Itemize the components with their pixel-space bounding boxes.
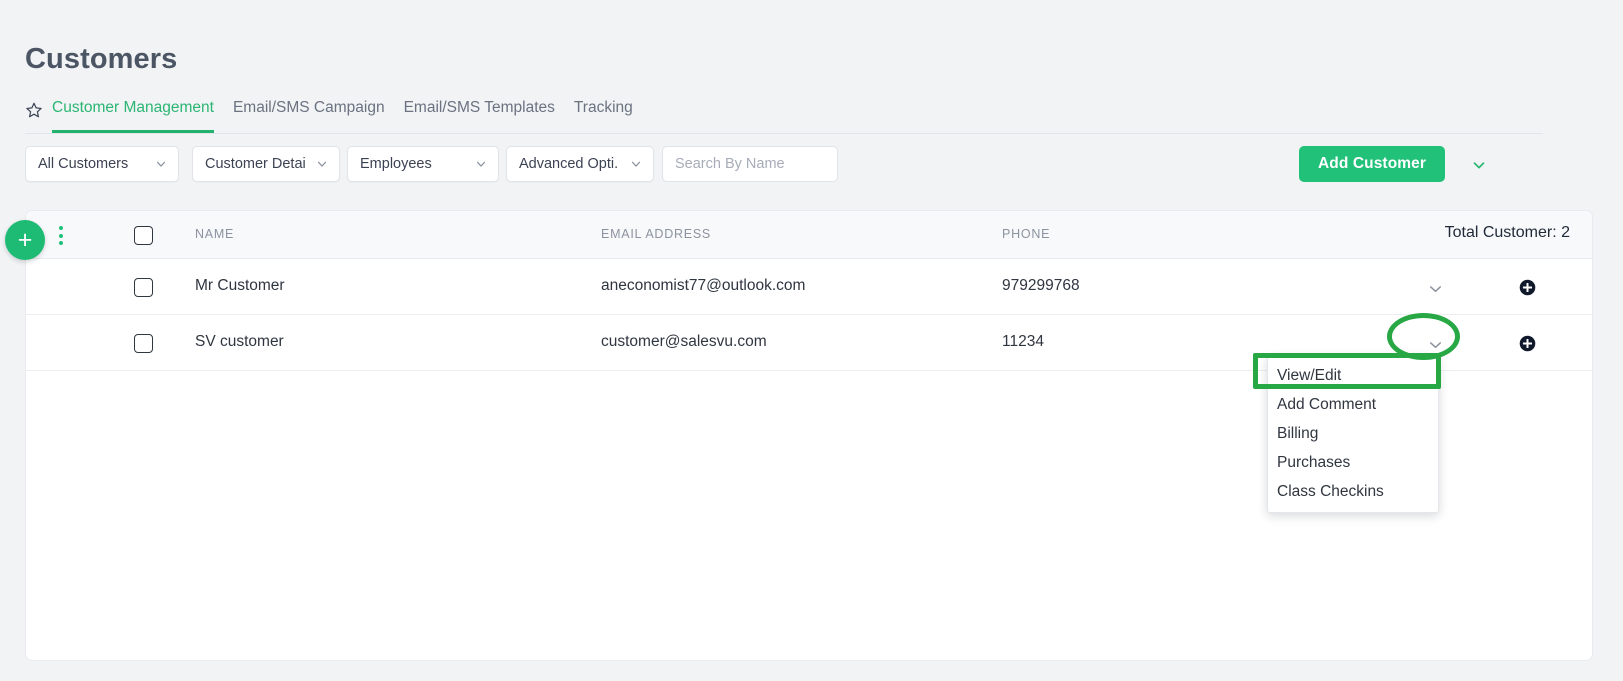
tab-email-sms-campaign[interactable]: Email/SMS Campaign bbox=[233, 98, 385, 133]
total-customer-count: Total Customer: 2 bbox=[1444, 224, 1570, 241]
menu-item-class-checkins[interactable]: Class Checkins bbox=[1268, 477, 1438, 506]
cell-name: SV customer bbox=[195, 333, 284, 350]
star-icon[interactable] bbox=[25, 101, 43, 119]
cell-email: aneconomist77@outlook.com bbox=[601, 277, 806, 294]
filter-advanced-options[interactable]: Advanced Opti... bbox=[506, 146, 654, 182]
table-header: NAME EMAIL ADDRESS PHONE Total Customer:… bbox=[26, 211, 1592, 259]
tab-bar: Customer Management Email/SMS Campaign E… bbox=[25, 98, 1543, 134]
add-customer-button[interactable]: Add Customer bbox=[1299, 146, 1445, 182]
tab-tracking[interactable]: Tracking bbox=[574, 98, 633, 133]
cell-phone: 11234 bbox=[1002, 333, 1044, 350]
search-input[interactable] bbox=[662, 146, 838, 182]
row-add-plus-circle-icon[interactable] bbox=[1519, 279, 1536, 296]
add-floating-action-button[interactable]: + bbox=[5, 220, 45, 260]
menu-item-billing[interactable]: Billing bbox=[1268, 419, 1438, 448]
column-header-name: NAME bbox=[195, 227, 235, 241]
cell-name: Mr Customer bbox=[195, 277, 285, 294]
add-customer-chevron-down-icon[interactable] bbox=[1470, 156, 1488, 174]
filter-advanced-options-label: Advanced Opti... bbox=[519, 156, 619, 172]
filter-employees-label: Employees bbox=[360, 156, 432, 172]
filter-employees[interactable]: Employees bbox=[347, 146, 499, 182]
customers-page: Customers Customer Management Email/SMS … bbox=[0, 0, 1623, 681]
chevron-down-icon bbox=[154, 157, 168, 171]
menu-item-add-comment[interactable]: Add Comment bbox=[1268, 390, 1438, 419]
filter-all-customers[interactable]: All Customers bbox=[25, 146, 179, 182]
cell-phone: 979299768 bbox=[1002, 277, 1080, 294]
menu-item-view-edit[interactable]: View/Edit bbox=[1268, 361, 1438, 390]
row-actions-chevron-down-icon[interactable] bbox=[1426, 335, 1445, 354]
filter-customer-detail[interactable]: Customer Detail bbox=[192, 146, 340, 182]
tab-customer-management[interactable]: Customer Management bbox=[52, 98, 214, 133]
column-header-email: EMAIL ADDRESS bbox=[601, 227, 712, 241]
row-actions-chevron-down-icon[interactable] bbox=[1426, 279, 1445, 298]
filter-customer-detail-label: Customer Detail bbox=[205, 156, 305, 172]
vertical-dots-icon[interactable] bbox=[59, 226, 64, 245]
menu-item-purchases[interactable]: Purchases bbox=[1268, 448, 1438, 477]
row-actions-menu: View/Edit Add Comment Billing Purchases … bbox=[1267, 355, 1439, 513]
row-checkbox[interactable] bbox=[134, 334, 153, 353]
tab-email-sms-templates[interactable]: Email/SMS Templates bbox=[404, 98, 555, 133]
row-add-plus-circle-icon[interactable] bbox=[1519, 335, 1536, 352]
page-title: Customers bbox=[25, 43, 178, 75]
chevron-down-icon bbox=[474, 157, 488, 171]
cell-email: customer@salesvu.com bbox=[601, 333, 767, 350]
chevron-down-icon bbox=[315, 157, 329, 171]
filter-bar: All Customers Customer Detail Employees … bbox=[25, 146, 1543, 184]
row-checkbox[interactable] bbox=[134, 278, 153, 297]
chevron-down-icon bbox=[629, 157, 643, 171]
table-row[interactable]: Mr Customer aneconomist77@outlook.com 97… bbox=[26, 259, 1592, 315]
column-header-phone: PHONE bbox=[1002, 227, 1051, 241]
select-all-checkbox[interactable] bbox=[134, 226, 153, 245]
filter-all-customers-label: All Customers bbox=[38, 156, 129, 172]
